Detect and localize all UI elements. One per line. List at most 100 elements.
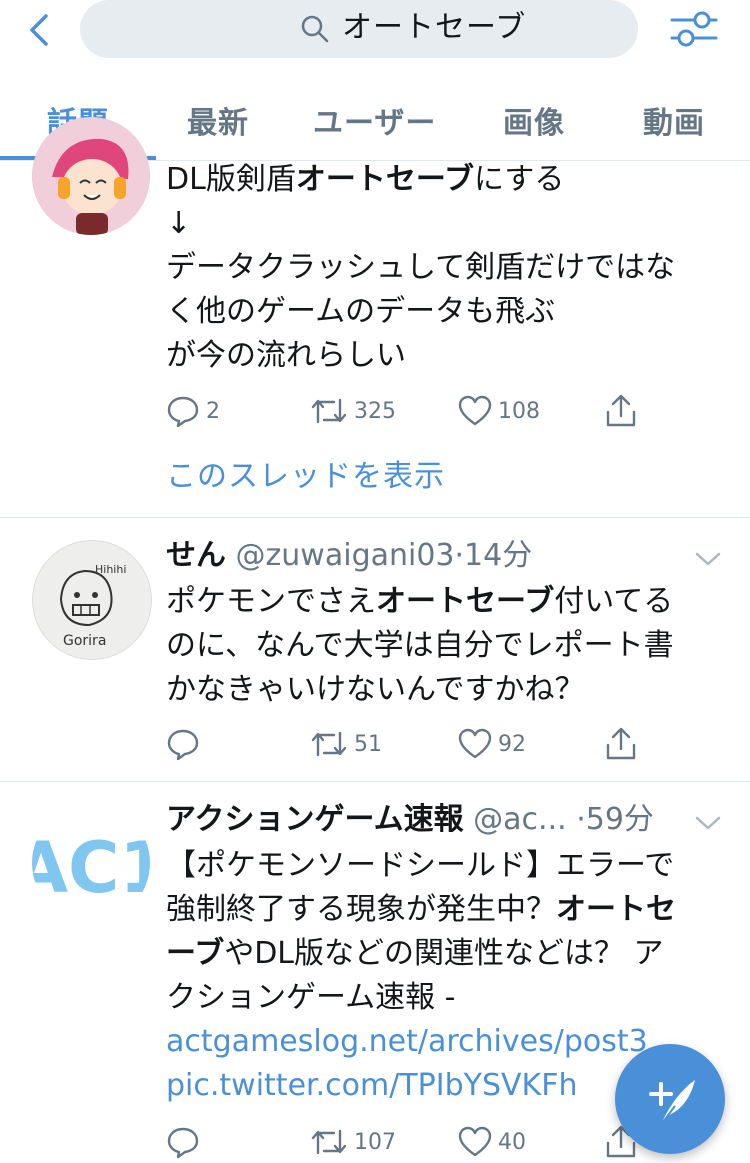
tweet-text-segment: のに、なんで大学は自分でレポート書 <box>166 628 674 663</box>
tweet-text-segment: 強制終了する現象が発生中？ <box>166 892 556 927</box>
like-button[interactable]: 92 <box>458 724 526 764</box>
avatar-text-bottom: Gorira <box>63 633 106 649</box>
tweet-text-line: 強制終了する現象が発生中？オートセ <box>166 888 686 932</box>
compose-tweet-icon <box>649 1080 695 1123</box>
tweet-text-segment: かなきゃいけないんですかね？ <box>166 672 585 707</box>
tweet-text-segment: 【ポケモンソードシールド】エラーで <box>166 848 675 883</box>
avatar-logo-text: AC1 <box>32 827 150 909</box>
reply-count: 2 <box>206 398 220 424</box>
tweet-text-line: ↓ <box>166 202 726 246</box>
tweet-text-segment: く他のゲームのデータも飛ぶ <box>166 294 556 329</box>
tab-videos[interactable]: 動画 <box>643 98 705 142</box>
search-match-highlight: オートセ <box>556 892 676 927</box>
tweet-text-line: 【ポケモンソードシールド】エラーで <box>166 844 686 888</box>
tweet-text-segment: やDL版などの関連性などは？ ア <box>224 936 664 971</box>
retweet-button[interactable]: 51 <box>310 724 382 764</box>
reply-button[interactable]: 2 <box>166 391 220 431</box>
show-thread-link[interactable]: このスレッドを表示 <box>166 451 445 495</box>
like-icon <box>458 395 492 426</box>
user-handle[interactable]: @ac... <box>473 802 567 837</box>
retweet-button[interactable]: 325 <box>310 391 396 431</box>
like-icon <box>458 728 492 759</box>
tweet-text: ポケモンでさえオートセーブ付いてるのに、なんで大学は自分でレポート書 かなきゃいけ… <box>166 580 726 712</box>
share-icon <box>606 727 636 760</box>
reply-icon <box>167 1127 199 1159</box>
avatar-text-top: Hihihi <box>95 563 126 576</box>
retweet-count: 107 <box>354 1129 396 1155</box>
tweet-text-line: pic.twitter.com/TPIbYSVKFh <box>166 1064 686 1108</box>
tweet-text-line: が今の流れらしい <box>166 334 726 378</box>
filter-sliders-icon[interactable] <box>670 8 718 50</box>
share-button[interactable] <box>604 724 638 764</box>
tweet-text-line: ポケモンでさえオートセーブ付いてる <box>166 580 726 624</box>
tweet-header: アクションゲーム速報 @ac... ·59分 <box>166 800 654 840</box>
like-button[interactable]: 108 <box>458 391 540 431</box>
avatar-illustration: Hihihi Gorira <box>33 541 151 659</box>
search-match-highlight: オートセーブ <box>295 162 475 197</box>
tweet-text-line: く他のゲームのデータも飛ぶ <box>166 290 726 334</box>
tweet-time: ·59分 <box>576 802 654 837</box>
chevron-down-icon[interactable] <box>694 814 722 832</box>
tweet-text-line: actgameslog.net/archives/post3 <box>166 1020 686 1064</box>
retweet-icon <box>311 398 347 424</box>
tweet-text-line: DL版剣盾オートセーブにする <box>166 158 726 202</box>
retweet-count: 51 <box>354 731 382 757</box>
display-name[interactable]: アクションゲーム速報 <box>166 802 464 837</box>
reply-icon <box>167 729 199 761</box>
search-icon <box>301 15 329 43</box>
tweet-text-segment: にする <box>474 162 565 197</box>
chevron-down-icon[interactable] <box>694 550 722 568</box>
top-bar: オートセーブ <box>0 0 750 70</box>
search-match-highlight: ーブ <box>166 936 225 971</box>
tweet-text-line: クションゲーム速報 - <box>166 976 686 1020</box>
avatar[interactable] <box>32 117 150 235</box>
tweet-text-segment: ↓ <box>166 206 192 241</box>
tweet-text-segment: データクラッシュして剣盾だけではな <box>166 250 676 285</box>
tweet-text-line: ーブやDL版などの関連性などは？ ア <box>166 932 686 976</box>
tweet-text-segment: DL版剣盾 <box>166 162 296 197</box>
search-input[interactable]: オートセーブ <box>80 0 638 58</box>
tweet-text-line: のに、なんで大学は自分でレポート書 <box>166 624 726 668</box>
tweet-text-segment: が今の流れらしい <box>166 338 406 373</box>
like-button[interactable]: 40 <box>458 1122 526 1162</box>
search-query: オートセーブ <box>342 10 527 45</box>
reply-icon <box>167 396 199 428</box>
tab-photos[interactable]: 画像 <box>503 98 565 142</box>
avatar-illustration <box>32 117 150 235</box>
user-handle[interactable]: @zuwaigani03 <box>236 538 455 573</box>
tweet-text-line: かなきゃいけないんですかね？ <box>166 668 726 712</box>
tweet-link[interactable]: actgameslog.net/archives/post3 <box>166 1024 648 1059</box>
compose-tweet-button[interactable] <box>615 1044 725 1154</box>
like-count: 40 <box>498 1129 526 1155</box>
retweet-button[interactable]: 107 <box>310 1122 396 1162</box>
tweet[interactable]: Hihihi Gorira せん @zuwaigani03·14分 ポケモンでさ… <box>0 518 750 782</box>
reply-button[interactable] <box>166 724 200 764</box>
share-button[interactable] <box>604 391 638 431</box>
avatar[interactable]: Hihihi Gorira <box>32 540 152 660</box>
tweet-text-segment: 付いてる <box>554 584 674 619</box>
like-count: 108 <box>498 398 540 424</box>
share-icon <box>606 394 636 427</box>
tab-users[interactable]: ユーザー <box>313 98 436 142</box>
reply-button[interactable] <box>166 1122 200 1162</box>
retweet-icon <box>311 1129 347 1155</box>
tweet-text-line: データクラッシュして剣盾だけではな <box>166 246 726 290</box>
tweet-text-segment: クションゲーム速報 - <box>166 980 456 1015</box>
display-name[interactable]: せん <box>166 538 226 573</box>
tweet-text: DL版剣盾オートセーブにする ↓ データクラッシュして剣盾だけではな く他のゲームのデ… <box>166 158 726 378</box>
back-chevron-icon[interactable] <box>24 12 56 48</box>
avatar[interactable]: AC1 <box>32 804 150 922</box>
retweet-count: 325 <box>354 398 396 424</box>
tweet-actions: 107 40 <box>166 1122 646 1162</box>
tab-latest[interactable]: 最新 <box>187 98 249 142</box>
act-logo: AC1 <box>32 827 150 909</box>
tweet[interactable]: DL版剣盾オートセーブにする ↓ データクラッシュして剣盾だけではな く他のゲームのデ… <box>0 117 750 518</box>
tweet-text-segment: ポケモンでさえ <box>166 584 376 619</box>
retweet-icon <box>311 731 347 757</box>
tweet-text: 【ポケモンソードシールド】エラーで 強制終了する現象が発生中？オートセ ーブやDL版… <box>166 844 686 1108</box>
search-match-highlight: オートセーブ <box>376 584 555 619</box>
tweet-link[interactable]: pic.twitter.com/TPIbYSVKFh <box>166 1068 577 1103</box>
tweet-header: せん @zuwaigani03·14分 <box>166 536 532 576</box>
tweet-actions: 51 92 <box>166 724 646 764</box>
tweet-actions: 2 325 108 <box>166 391 646 431</box>
